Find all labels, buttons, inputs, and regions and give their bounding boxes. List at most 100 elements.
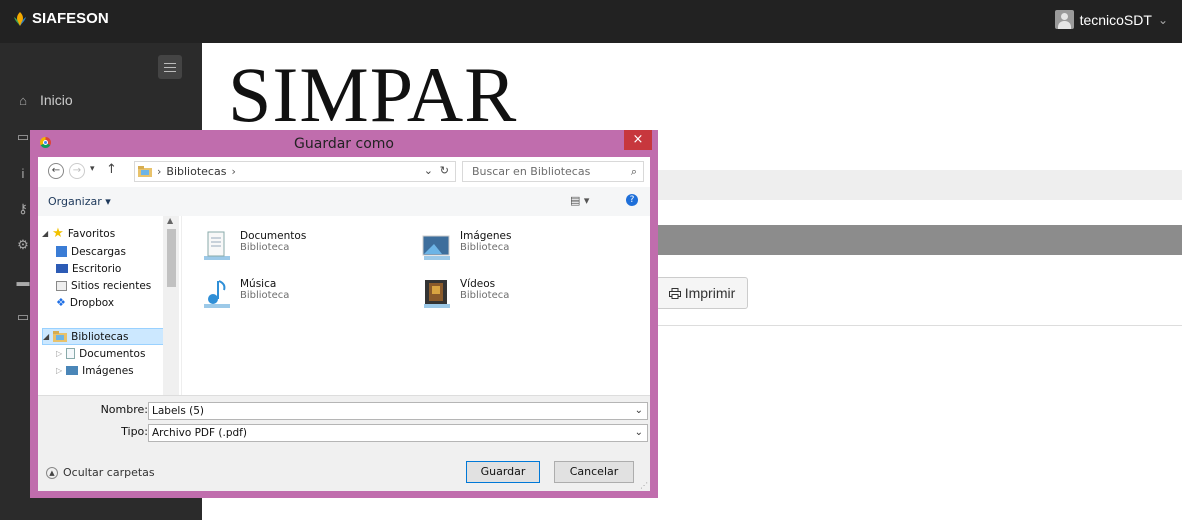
organize-button[interactable]: Organizar ▾ xyxy=(48,195,111,208)
documents-icon xyxy=(66,348,76,359)
top-navbar: SIAFESON tecnicoSDT ⌄ xyxy=(0,0,1182,43)
gear-icon: ⚙ xyxy=(17,237,29,252)
filename-label: Nombre: xyxy=(100,403,148,416)
chevron-down-icon: ⌄ xyxy=(634,427,643,438)
breadcrumb-bibliotecas[interactable]: Bibliotecas xyxy=(166,165,226,178)
documents-library-icon xyxy=(204,231,230,260)
nav-label: Imágenes xyxy=(82,364,134,377)
dropbox-icon: ❖ xyxy=(56,296,66,309)
collapse-icon: ▷ xyxy=(56,366,63,375)
key-icon: ⚷ xyxy=(18,201,28,216)
sidebar-item-label: Inicio xyxy=(40,92,73,108)
downloads-icon xyxy=(56,246,67,257)
up-icon[interactable]: ↑ xyxy=(106,162,117,177)
star-icon: ★ xyxy=(52,226,64,241)
brand-logo[interactable]: SIAFESON xyxy=(12,10,109,27)
type-label: Tipo: xyxy=(121,425,148,438)
library-type: Biblioteca xyxy=(460,242,510,253)
library-name: Música xyxy=(240,278,277,290)
recent-places-icon xyxy=(56,280,67,291)
file-type-value: Archivo PDF (.pdf) xyxy=(152,427,247,439)
save-button[interactable]: Guardar xyxy=(466,461,540,483)
hide-folders-button[interactable]: ▲ Ocultar carpetas xyxy=(46,466,155,479)
dialog-title: Guardar como xyxy=(294,136,394,152)
panel-header xyxy=(640,225,1182,255)
save-as-dialog: Guardar como × ← → ▾ ↑ › Bibliotecas › ⌄… xyxy=(30,130,658,498)
print-icon xyxy=(668,287,681,299)
chevron-down-icon[interactable]: ⌄ xyxy=(424,164,433,177)
filename-value: Labels (5) xyxy=(152,405,205,417)
chevron-down-icon: ⌄ xyxy=(634,405,643,416)
breadcrumb-chevron-icon: › xyxy=(231,165,236,178)
search-icon: ⌕ xyxy=(630,165,637,178)
view-options-icon[interactable]: ▤ ▾ xyxy=(570,194,589,207)
nav-label: Bibliotecas xyxy=(71,330,129,343)
nav-label: Favoritos xyxy=(67,227,116,240)
search-input[interactable]: Buscar en Bibliotecas ⌕ xyxy=(462,161,644,182)
nav-label: Documentos xyxy=(79,347,146,360)
hide-folders-label: Ocultar carpetas xyxy=(63,466,155,479)
nav-label: Dropbox xyxy=(69,296,115,309)
search-placeholder: Buscar en Bibliotecas xyxy=(472,165,591,178)
file-type-select[interactable]: Archivo PDF (.pdf) ⌄ xyxy=(148,424,648,442)
chevron-up-icon: ▲ xyxy=(46,466,58,479)
gray-band xyxy=(640,170,1182,200)
file-icon: ▭ xyxy=(16,129,30,144)
library-imagenes[interactable]: Imágenes Biblioteca xyxy=(420,230,511,262)
address-bar-row: ← → ▾ ↑ › Bibliotecas › ⌄ ↻ Buscar en Bi… xyxy=(38,157,650,187)
dialog-footer: Nombre: Labels (5) ⌄ Tipo: Archivo PDF (… xyxy=(38,395,650,491)
stack-icon: ▬ xyxy=(16,273,30,289)
print-button[interactable]: Imprimir xyxy=(656,277,748,309)
nav-bibliotecas[interactable]: ◢ Bibliotecas xyxy=(42,328,164,345)
refresh-icon[interactable]: ↻ xyxy=(440,164,449,177)
home-icon: ⌂ xyxy=(19,92,27,108)
library-name: Vídeos xyxy=(460,278,496,290)
print-button-label: Imprimir xyxy=(684,285,736,301)
library-videos[interactable]: Vídeos Biblioteca xyxy=(420,278,509,310)
videos-library-icon xyxy=(424,280,450,308)
expand-icon: ◢ xyxy=(43,332,50,341)
document-icon: ▭ xyxy=(16,309,30,324)
breadcrumb-separator-icon: › xyxy=(157,165,162,178)
info-icon: i xyxy=(21,165,25,181)
help-icon[interactable]: ? xyxy=(626,194,638,206)
leaf-logo-icon xyxy=(14,11,26,26)
libraries-folder-icon xyxy=(138,166,152,177)
menu-toggle-button[interactable] xyxy=(158,55,182,79)
address-bar[interactable]: › Bibliotecas › ⌄ ↻ xyxy=(134,161,456,182)
user-menu[interactable]: tecnicoSDT ⌄ xyxy=(1054,10,1168,29)
pictures-icon xyxy=(66,366,79,375)
sidebar-item-inicio[interactable]: ⌂ Inicio xyxy=(0,82,202,118)
nav-label: Escritorio xyxy=(72,262,122,275)
library-type: Biblioteca xyxy=(460,290,510,301)
pictures-library-icon xyxy=(422,235,450,260)
library-type: Biblioteca xyxy=(240,290,290,301)
library-name: Documentos xyxy=(240,230,307,242)
dialog-titlebar[interactable]: Guardar como × xyxy=(30,130,658,157)
expand-icon: ◢ xyxy=(42,229,49,238)
close-button[interactable]: × xyxy=(624,130,652,150)
page-title: SIMPAR xyxy=(228,51,518,138)
collapse-icon: ▷ xyxy=(56,349,63,358)
brand-name: SIAFESON xyxy=(32,10,109,27)
back-icon[interactable]: ← xyxy=(48,163,64,179)
forward-icon[interactable]: → xyxy=(69,163,85,179)
user-name: tecnicoSDT xyxy=(1079,11,1152,28)
avatar xyxy=(1054,10,1074,29)
filename-field[interactable]: Labels (5) ⌄ xyxy=(148,402,648,420)
cancel-button[interactable]: Cancelar xyxy=(554,461,634,483)
dialog-toolbar: Organizar ▾ ▤ ▾ ? xyxy=(38,187,650,217)
libraries-folder-icon xyxy=(53,331,68,342)
desktop-icon xyxy=(56,264,68,273)
music-library-icon xyxy=(204,280,230,308)
library-documentos[interactable]: Documentos Biblioteca xyxy=(200,230,306,262)
library-type: Biblioteca xyxy=(240,242,290,253)
dialog-body: ← → ▾ ↑ › Bibliotecas › ⌄ ↻ Buscar en Bi… xyxy=(38,157,650,491)
library-name: Imágenes xyxy=(460,230,512,242)
resize-grip-icon[interactable]: ⋰ xyxy=(640,481,648,490)
nav-label: Sitios recientes xyxy=(71,279,152,292)
library-musica[interactable]: Música Biblioteca xyxy=(200,278,289,310)
scrollbar-thumb[interactable] xyxy=(167,229,176,287)
chevron-down-icon: ⌄ xyxy=(1157,12,1168,27)
recent-locations-icon[interactable]: ▾ xyxy=(90,164,95,174)
